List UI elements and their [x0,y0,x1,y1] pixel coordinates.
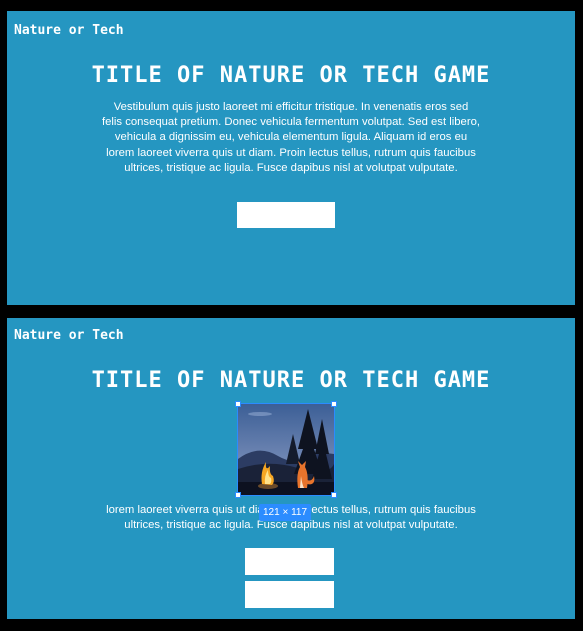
nature-answer-button[interactable] [245,548,334,575]
brand-label: Nature or Tech [14,328,124,343]
resize-handle-top-right[interactable] [331,401,337,407]
intro-line: ultrices, tristique ac ligula. Fusce dap… [124,161,458,174]
resize-handle-bottom-left[interactable] [235,492,241,498]
start-button[interactable] [237,202,335,228]
resize-handle-top-left[interactable] [235,401,241,407]
brand-label: Nature or Tech [14,23,124,38]
game-panel: Nature or Tech TITLE OF NATURE OR TECH G… [7,318,575,619]
intro-panel: Nature or Tech TITLE OF NATURE OR TECH G… [7,11,575,305]
intro-line: lorem laoreet viverra quis ut diam. Proi… [106,146,476,159]
campfire-fox-image[interactable] [237,403,335,496]
image-size-badge: 121 × 117 [259,504,312,521]
page-title: TITLE OF NATURE OR TECH GAME [91,63,491,88]
intro-text: Vestibulum quis justo laoreet mi efficit… [7,100,575,176]
intro-line: felis consequat pretium. Donec vehicula … [101,116,480,129]
tech-answer-button[interactable] [245,581,334,608]
campfire-fox-illustration [238,404,334,495]
resize-handle-bottom-right[interactable] [331,492,337,498]
page-title: TITLE OF NATURE OR TECH GAME [91,368,491,393]
intro-line: Vestibulum quis justo laoreet mi efficit… [113,101,469,113]
intro-line: vehicula a dignissim eu, vehicula elemen… [114,131,468,144]
